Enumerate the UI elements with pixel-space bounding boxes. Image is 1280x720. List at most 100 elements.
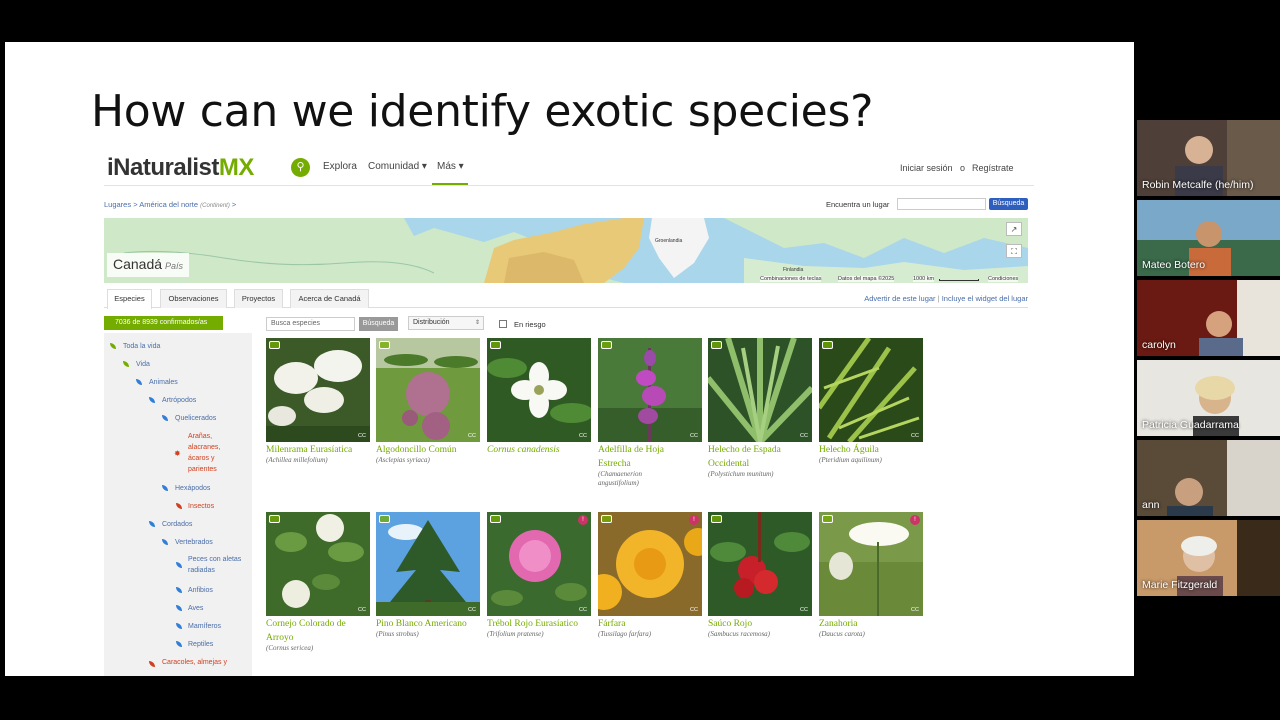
fullscreen-icon[interactable]: ⛶ <box>1006 244 1022 258</box>
tree-item-aranas[interactable]: Arañas, <box>188 432 212 441</box>
species-search-button[interactable]: Búsqueda <box>359 317 398 331</box>
species-photo[interactable]: CC <box>266 512 370 616</box>
species-card[interactable]: CC Saúco Rojo (Sambucus racemosa) <box>708 512 812 639</box>
participant-tile[interactable]: ann <box>1137 440 1280 518</box>
species-photo[interactable]: CC <box>376 338 480 442</box>
species-card[interactable]: CC Cornus canadensis <box>487 338 591 456</box>
species-common-name[interactable]: Trébol Rojo Eurasíatico <box>487 618 591 630</box>
species-card[interactable]: CC Adelfilla de Hoja Estrecha (Chamaener… <box>598 338 702 488</box>
species-card[interactable]: ! CC Fárfara (Tussilago farfara) <box>598 512 702 639</box>
tree-item-hexapodos[interactable]: Hexápodos <box>175 484 210 493</box>
species-common-name[interactable]: Helecho de Espada <box>708 444 812 456</box>
tree-item-cordados[interactable]: Cordados <box>162 520 192 529</box>
breadcrumb-lugares[interactable]: Lugares <box>104 200 131 209</box>
spider-icon: ✸ <box>174 449 181 458</box>
risk-checkbox[interactable] <box>499 320 507 328</box>
map-terms[interactable]: Condiciones <box>988 276 1019 282</box>
site-logo[interactable]: iNaturalistMX <box>107 154 254 182</box>
participant-tile[interactable]: Robin Metcalfe (he/him) <box>1137 120 1280 198</box>
tree-item-artropodos[interactable]: Artrópodos <box>162 396 196 405</box>
species-scientific-name: (Achillea millefolium) <box>266 456 328 464</box>
leaf-icon <box>123 361 129 367</box>
participant-tile[interactable]: Mateo Botero <box>1137 200 1280 278</box>
species-common-name[interactable]: Milenrama Eurasíatica <box>266 444 370 456</box>
species-photo[interactable]: CC <box>598 338 702 442</box>
chordate-icon <box>149 521 155 527</box>
nav-active-indicator <box>432 183 468 185</box>
breadcrumb-america[interactable]: América del norte <box>139 200 198 209</box>
species-card[interactable]: CC Milenrama Eurasíatica (Achillea mille… <box>266 338 370 465</box>
tree-item-reptiles[interactable]: Reptiles <box>188 640 213 649</box>
species-search-input[interactable]: Busca especies <box>266 317 355 331</box>
species-common-name[interactable]: Algodoncillo Común <box>376 444 480 456</box>
map-keyboard-shortcuts[interactable]: Combinaciones de teclas <box>760 276 822 282</box>
species-card[interactable]: CC Algodoncillo Común (Asclepias syriaca… <box>376 338 480 465</box>
species-common-name[interactable]: Helecho Águila <box>819 444 923 456</box>
nav-comunidad[interactable]: Comunidad ▾ <box>368 161 427 172</box>
observation-badge-icon <box>601 341 612 349</box>
reptile-icon <box>176 641 182 647</box>
species-common-name[interactable]: Cornus canadensis <box>487 444 591 456</box>
species-common-name[interactable]: Zanahoria <box>819 618 923 630</box>
species-photo[interactable]: ! CC <box>819 512 923 616</box>
species-photo[interactable]: CC <box>376 512 480 616</box>
species-common-name[interactable]: Adelfilla de Hoja <box>598 444 702 456</box>
presentation-slide: How can we identify exotic species? iNat… <box>5 42 1134 676</box>
tree-item-toda-la-vida[interactable]: Toda la vida <box>123 342 160 351</box>
species-common-name[interactable]: Pino Blanco Americano <box>376 618 480 630</box>
species-photo[interactable]: ! CC <box>487 512 591 616</box>
find-place-button[interactable]: Búsqueda <box>989 198 1028 210</box>
animal-icon <box>136 379 142 385</box>
species-card[interactable]: CC Helecho Águila (Pteridium aquilinum) <box>819 338 923 465</box>
species-photo[interactable]: CC <box>819 338 923 442</box>
tree-item-mamiferos[interactable]: Mamíferos <box>188 622 221 631</box>
amphibian-icon <box>176 587 182 593</box>
nav-explora[interactable]: Explora <box>323 161 357 172</box>
tab-especies[interactable]: Especies <box>107 289 152 309</box>
tree-item-insectos[interactable]: Insectos <box>188 502 214 511</box>
nav-mas[interactable]: Más ▾ <box>437 161 464 172</box>
tree-item-quelicerados[interactable]: Quelicerados <box>175 414 216 423</box>
observation-badge-icon <box>822 341 833 349</box>
tree-item-anfibios[interactable]: Anfibios <box>188 586 213 595</box>
species-common-name[interactable]: Saúco Rojo <box>708 618 812 630</box>
species-photo[interactable]: CC <box>708 338 812 442</box>
species-common-name[interactable]: Cornejo Colorado de <box>266 618 370 630</box>
species-photo[interactable]: CC <box>708 512 812 616</box>
flag-place-link[interactable]: Advertir de este lugar <box>864 294 935 303</box>
species-card[interactable]: CC Pino Blanco Americano (Pinus strobus) <box>376 512 480 639</box>
species-photo[interactable]: CC <box>487 338 591 442</box>
find-place-input[interactable] <box>897 198 986 210</box>
distribution-select[interactable]: Distribución ⇕ <box>408 316 484 330</box>
tab-acerca[interactable]: Acerca de Canadá <box>290 289 369 308</box>
place-map[interactable]: Groenlandia Finlandia ↗ ⛶ <box>104 218 1028 283</box>
participant-tile[interactable]: Patricia Guadarrama <box>1137 360 1280 438</box>
species-photo[interactable]: CC <box>266 338 370 442</box>
species-photo[interactable]: ! CC <box>598 512 702 616</box>
find-place-label: Encuentra un lugar <box>826 200 890 209</box>
external-link-icon[interactable]: ↗ <box>1006 222 1022 236</box>
species-card[interactable]: CC Cornejo Colorado de Arroyo (Cornus se… <box>266 512 370 653</box>
tab-proyectos[interactable]: Proyectos <box>234 289 283 308</box>
introduced-badge-icon: ! <box>689 515 699 525</box>
species-scientific-name: (Daucus carota) <box>819 630 865 638</box>
species-card[interactable]: ! CC Zanahoria (Daucus carota) <box>819 512 923 639</box>
tree-item-peces[interactable]: Peces con aletas <box>188 555 241 564</box>
species-card[interactable]: ! CC Trébol Rojo Eurasíatico (Trifolium p… <box>487 512 591 639</box>
tree-item-vida[interactable]: Vida <box>136 360 150 369</box>
species-card[interactable]: CC Helecho de Espada Occidental (Polysti… <box>708 338 812 479</box>
tree-item-aves[interactable]: Aves <box>188 604 203 613</box>
species-common-name[interactable]: Fárfara <box>598 618 702 630</box>
register-link[interactable]: Regístrate <box>972 163 1014 173</box>
place-name: Canadá <box>113 256 163 272</box>
tab-observaciones[interactable]: Observaciones <box>160 289 227 308</box>
tree-item-animales[interactable]: Animales <box>149 378 178 387</box>
place-widget-link[interactable]: Incluye el widget del lugar <box>942 294 1028 303</box>
search-icon[interactable]: ⚲ <box>291 158 310 177</box>
participant-tile[interactable]: Marie Fitzgerald <box>1137 520 1280 598</box>
tree-item-caracoles[interactable]: Caracoles, almejas y <box>162 658 227 667</box>
tree-item-vertebrados[interactable]: Vertebrados <box>175 538 213 547</box>
participant-tile[interactable]: carolyn <box>1137 280 1280 358</box>
inaturalist-page: iNaturalistMX ⚲ Explora Comunidad ▾ Más … <box>104 149 1034 676</box>
login-link[interactable]: Iniciar sesión <box>900 163 953 173</box>
